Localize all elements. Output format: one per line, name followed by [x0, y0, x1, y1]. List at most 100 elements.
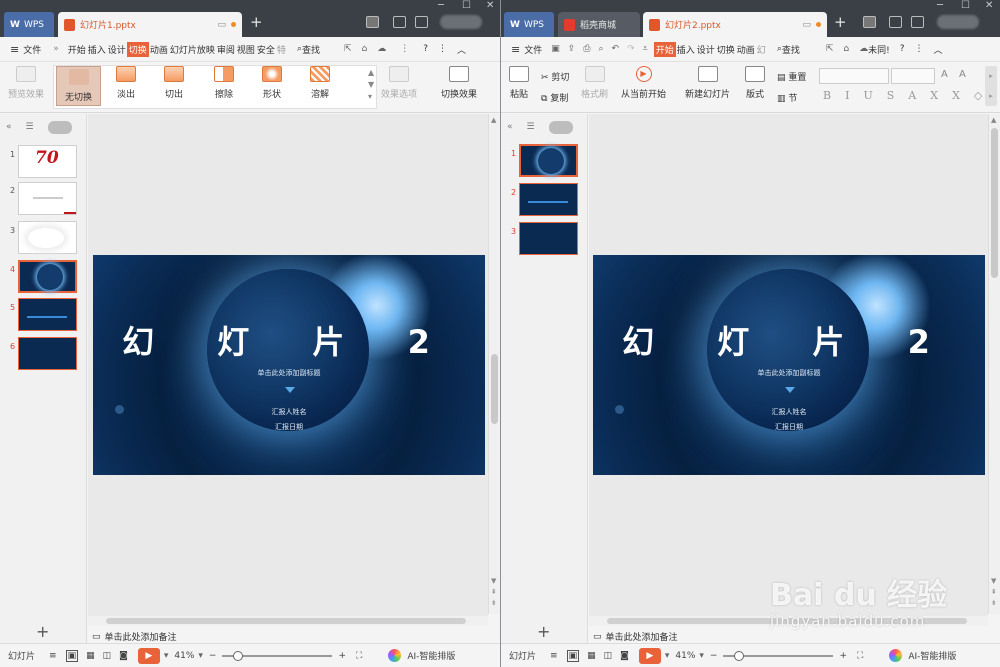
thumbnail-view-toggle[interactable]	[548, 120, 573, 134]
menu-design[interactable]: 设计	[107, 43, 127, 56]
strikethrough-icon[interactable]: S	[887, 89, 895, 102]
redo-icon[interactable]: ↷	[627, 44, 635, 54]
menu-review[interactable]: 审阅	[216, 43, 236, 56]
slide-date[interactable]: 汇报日期	[93, 422, 485, 432]
normal-view-icon[interactable]: ▣	[65, 649, 79, 662]
zoom-slider-knob[interactable]	[232, 650, 243, 661]
menu-view[interactable]: 视图	[236, 43, 256, 56]
camera-icon[interactable]: ◙	[620, 651, 629, 661]
sorter-view-icon[interactable]: ▦	[86, 651, 95, 661]
menu-design[interactable]: 设计	[696, 43, 716, 56]
reading-view-icon[interactable]: ◫	[604, 651, 613, 661]
preview-effect-button[interactable]: 预览效果	[8, 66, 44, 100]
help-icon[interactable]: ?	[900, 44, 905, 54]
wps-home-tab[interactable]: W WPS	[504, 12, 554, 37]
transition-none[interactable]: 无切换	[56, 66, 101, 106]
play-slideshow-button[interactable]: ▶	[137, 647, 160, 664]
outline-view-icon[interactable]: ☰	[527, 122, 535, 132]
share-icon[interactable]: ⇱	[344, 44, 352, 54]
copy-button[interactable]: ⧉ 复制	[541, 91, 568, 104]
folder-icon[interactable]: ⌂	[362, 44, 368, 54]
vertical-scrollbar[interactable]: ▲ ▼ ⇞ ⇟	[988, 114, 1000, 614]
slide-thumbnail-1[interactable]	[519, 144, 578, 177]
clear-format-icon[interactable]: ◇	[974, 89, 982, 102]
add-slide-plus-icon[interactable]: +	[537, 622, 550, 641]
skin-icon[interactable]	[889, 16, 902, 28]
transition-fade[interactable]: 淡出	[116, 66, 136, 100]
zoom-dropdown-icon[interactable]: ▾	[699, 651, 704, 661]
menu-transition[interactable]: 切换	[126, 41, 149, 57]
switch-effect-button[interactable]: 切换效果	[441, 66, 477, 100]
menu-home[interactable]: 开始	[653, 41, 676, 57]
increase-font-icon[interactable]: A	[941, 69, 948, 80]
sync-status[interactable]: 未同!	[868, 43, 890, 56]
font-size-select[interactable]	[891, 68, 935, 84]
menu-file[interactable]: 文件	[524, 43, 542, 56]
slide-reporter[interactable]: 汇报人姓名	[593, 407, 985, 417]
font-color-icon[interactable]: A	[908, 89, 916, 102]
menu-slideshow[interactable]: 幻	[756, 43, 767, 56]
outline-view-icon[interactable]: ☰	[26, 122, 34, 132]
cloud-icon[interactable]: ☁	[377, 44, 386, 54]
cut-button[interactable]: ✂ 剪切	[541, 70, 569, 83]
menu-animation[interactable]: 动画	[149, 43, 169, 56]
avatar[interactable]	[937, 15, 979, 29]
notes-toggle-icon[interactable]: ≡	[550, 651, 558, 661]
close-icon[interactable]: ✕	[985, 0, 993, 11]
transition-dissolve[interactable]: 溶解	[310, 66, 330, 100]
maximize-icon[interactable]: ☐	[961, 0, 970, 11]
new-tab-plus-icon[interactable]: +	[250, 13, 263, 31]
zoom-out-icon[interactable]: −	[710, 651, 718, 661]
skin-icon[interactable]	[393, 16, 406, 28]
menu-animation[interactable]: 动画	[736, 43, 756, 56]
reading-view-icon[interactable]: ◫	[103, 651, 112, 661]
slide-title[interactable]: 幻 灯 片 2	[93, 317, 485, 363]
ai-layout-button[interactable]: AI-智能排版	[407, 649, 455, 662]
search-button[interactable]: 查找	[302, 43, 320, 56]
more-options-icon[interactable]: ⋮	[438, 44, 447, 54]
notes-placeholder[interactable]: 单击此处添加备注	[606, 630, 678, 643]
document-tab[interactable]: 幻灯片1.pptx ▭	[58, 12, 242, 37]
thumbnail-view-toggle[interactable]	[47, 120, 72, 134]
window-count-icon[interactable]	[863, 16, 876, 28]
zoom-slider[interactable]	[222, 650, 333, 661]
section-button[interactable]: ▥ 节	[777, 91, 797, 104]
menu-security[interactable]: 安全	[256, 43, 276, 56]
collapse-panel-icon[interactable]: «	[6, 122, 12, 132]
paste-button[interactable]: 粘贴	[509, 66, 529, 100]
fit-window-icon[interactable]: ⛶	[356, 651, 362, 661]
subscript-icon[interactable]: X	[952, 89, 960, 102]
superscript-icon[interactable]: X	[930, 89, 938, 102]
transition-wipe[interactable]: 擦除	[214, 66, 234, 100]
shirt-icon[interactable]	[415, 16, 428, 28]
slide-subtitle[interactable]: 单击此处添加副标题	[93, 368, 485, 378]
share-icon[interactable]: ⇱	[826, 44, 834, 54]
horizontal-scroll-thumb[interactable]	[106, 618, 466, 624]
print-icon[interactable]: ⎙	[583, 44, 590, 54]
shirt-icon[interactable]	[911, 16, 924, 28]
avatar[interactable]	[440, 15, 482, 29]
slide-thumbnail-6[interactable]	[18, 337, 77, 370]
quick-access-dropdown-icon[interactable]: ⩡	[643, 44, 648, 54]
document-tab[interactable]: 幻灯片2.pptx ▭	[643, 12, 827, 37]
decrease-font-icon[interactable]: A	[959, 69, 966, 80]
vertical-scroll-thumb[interactable]	[491, 354, 498, 424]
menu-transition[interactable]: 切换	[716, 43, 736, 56]
slide-date[interactable]: 汇报日期	[593, 422, 985, 432]
slide-thumbnail-3[interactable]	[18, 221, 77, 254]
menu-special[interactable]: 特	[276, 43, 287, 56]
zoom-level[interactable]: 41%	[675, 651, 695, 661]
italic-icon[interactable]: I	[845, 89, 849, 102]
scroll-up-icon[interactable]: ▲	[991, 116, 996, 124]
slide-thumbnail-2[interactable]	[519, 183, 578, 216]
save-icon[interactable]: ▣	[551, 44, 560, 54]
effect-options-button[interactable]: 效果选项	[381, 66, 417, 100]
slide-main[interactable]: 幻 灯 片 2 单击此处添加副标题 汇报人姓名 汇报日期	[593, 255, 985, 475]
play-dropdown-icon[interactable]: ▾	[665, 651, 670, 661]
slide-thumbnail-1[interactable]: 70	[18, 145, 77, 178]
slide-thumbnail-2[interactable]	[18, 182, 77, 215]
add-slide-plus-icon[interactable]: +	[36, 622, 49, 641]
slide-subtitle[interactable]: 单击此处添加副标题	[593, 368, 985, 378]
hamburger-icon[interactable]: ≡	[511, 43, 520, 56]
hamburger-icon[interactable]: ≡	[10, 43, 19, 56]
